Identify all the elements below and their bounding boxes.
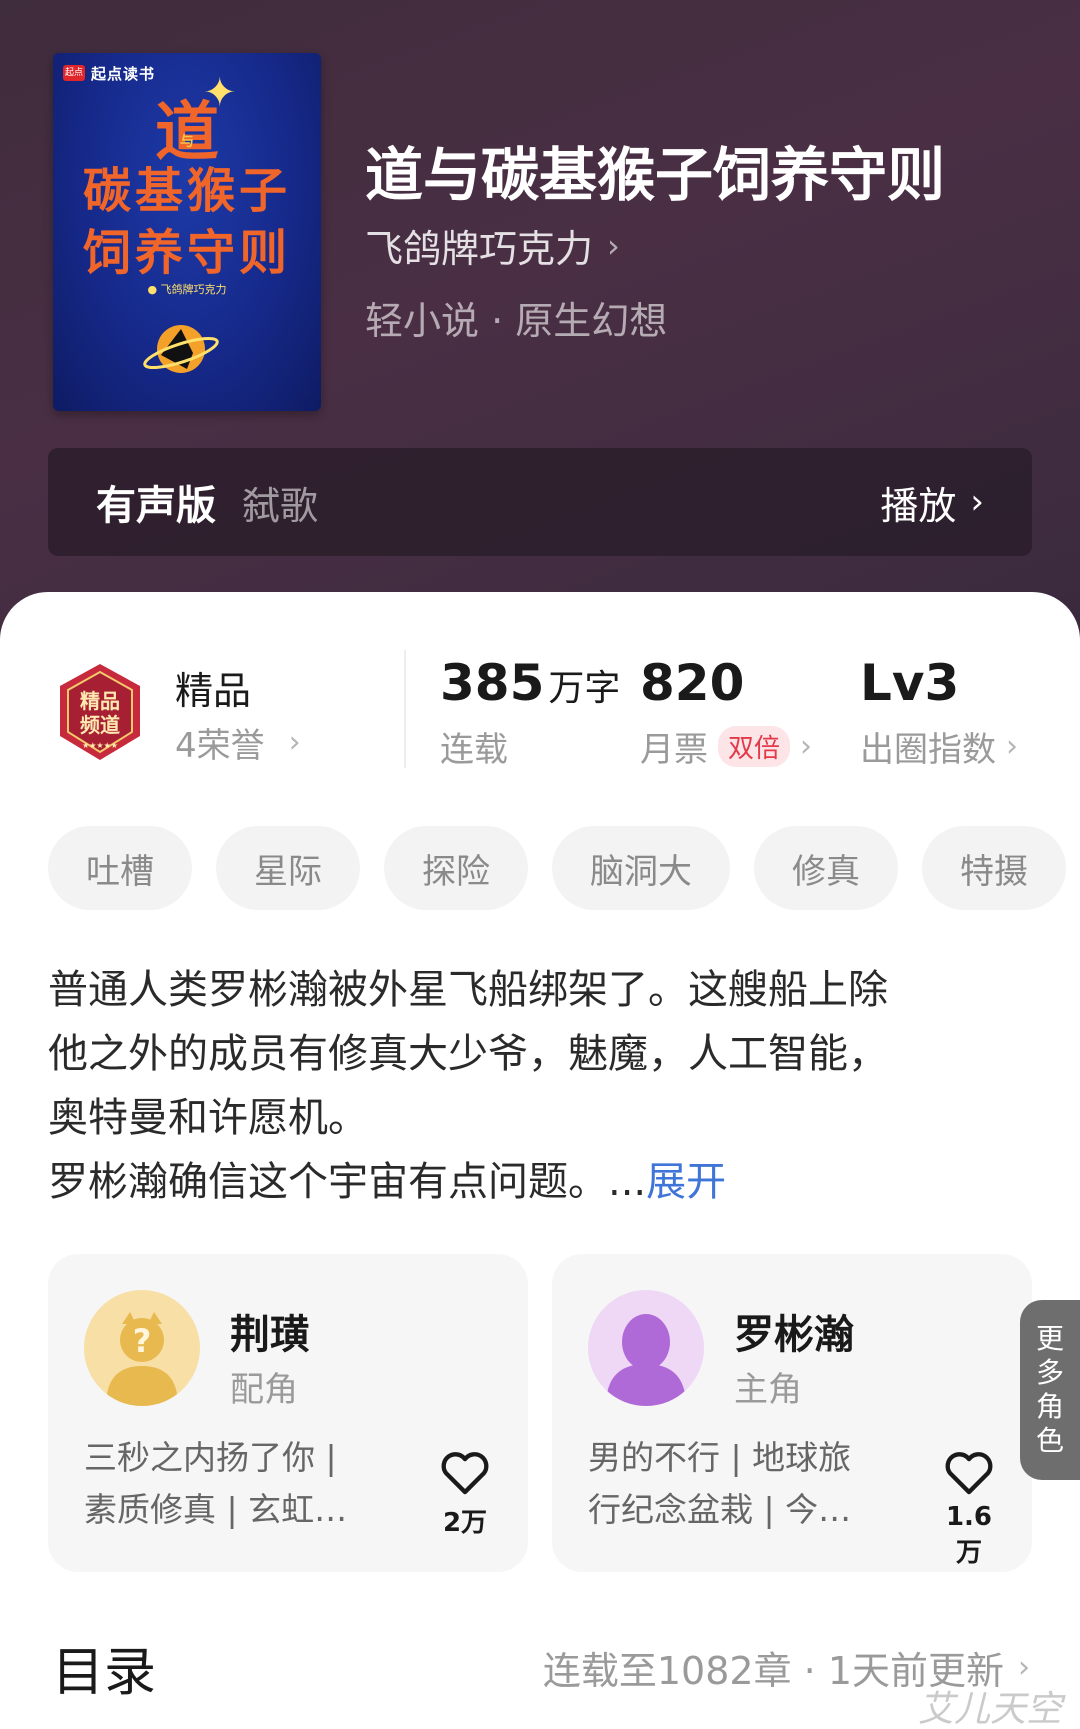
level-link[interactable]: 出圈指数 › bbox=[860, 722, 1018, 771]
cover-title-line4: 饲养守则 bbox=[82, 225, 291, 281]
svg-text:?: ? bbox=[133, 1322, 152, 1360]
word-count-value: 385 bbox=[440, 654, 545, 712]
badge-text-1: 精品 bbox=[80, 689, 120, 713]
chevron-right-icon: › bbox=[800, 729, 813, 764]
stats-divider bbox=[404, 650, 406, 768]
more-roles-char: 更 bbox=[1035, 1322, 1064, 1355]
monthly-votes-link[interactable]: 月票 双倍 › bbox=[640, 722, 812, 771]
character-avatar: ? bbox=[84, 1290, 200, 1406]
book-title: 道与碳基猴子饲养守则 bbox=[365, 141, 946, 209]
monthly-votes-value: 820 bbox=[640, 654, 745, 712]
author-name: 飞鸽牌巧克力 bbox=[365, 227, 594, 271]
chevron-right-icon: › bbox=[607, 226, 620, 265]
character-name: 罗彬瀚 bbox=[734, 1312, 854, 1358]
character-name: 荆璜 bbox=[230, 1312, 310, 1358]
character-description: 三秒之内扬了你 | 素质修真 | 玄虹… bbox=[84, 1432, 384, 1536]
badge-stars: ★★★★★ bbox=[82, 741, 118, 750]
book-description: 普通人类罗彬瀚被外星飞船绑架了。这艘船上除 他之外的成员有修真大少爷，魅魔，人工… bbox=[48, 958, 1038, 1214]
level-value: Lv3 bbox=[860, 654, 960, 712]
honors-count: 4荣誉 bbox=[175, 726, 265, 766]
level-label: 出圈指数 bbox=[860, 730, 996, 770]
cover-author: ● 飞鸽牌巧克力 bbox=[147, 283, 227, 296]
audio-narrator: 弑歌 bbox=[242, 483, 319, 528]
character-description: 男的不行 | 地球旅 行纪念盆栽 | 今… bbox=[588, 1432, 888, 1536]
premium-title: 精品 bbox=[175, 669, 252, 713]
description-line: 他之外的成员有修真大少爷，魅魔，人工智能， bbox=[48, 1031, 888, 1077]
expand-link[interactable]: 展开 bbox=[646, 1159, 726, 1205]
mystery-person-icon: ? bbox=[84, 1290, 200, 1406]
character-desc-line: 三秒之内扬了你 | bbox=[84, 1438, 337, 1477]
monthly-votes-label: 月票 bbox=[640, 730, 708, 770]
honors-link[interactable]: 4荣誉 › bbox=[175, 718, 301, 767]
word-count-unit: 万字 bbox=[548, 668, 621, 709]
description-line: 普通人类罗彬瀚被外星飞船绑架了。这艘船上除 bbox=[48, 967, 888, 1013]
character-card[interactable]: ? 荆璜 配角 三秒之内扬了你 | 素质修真 | 玄虹… 2万 bbox=[48, 1254, 528, 1572]
tag-chip[interactable]: 吐槽 bbox=[48, 826, 192, 910]
serial-status: 连载 bbox=[440, 730, 508, 770]
cover-title-line3: 碳基猴子 bbox=[82, 163, 291, 219]
character-card[interactable]: 罗彬瀚 主角 男的不行 | 地球旅 行纪念盆栽 | 今… 1.6万 bbox=[552, 1254, 1032, 1572]
watermark: 艾儿天空 bbox=[917, 1689, 1062, 1729]
more-roles-button[interactable]: 更 多 角 色 bbox=[1020, 1300, 1080, 1480]
more-roles-char: 角 bbox=[1035, 1390, 1064, 1423]
description-line: 奥特曼和许愿机。 bbox=[48, 1095, 368, 1141]
book-header: 起点 起点读书 ✦ 道 与 碳基猴子 饲养守则 ● 飞鸽牌巧克力 道与碳基猴子饲… bbox=[0, 0, 1080, 640]
tag-list: 吐槽 星际 探险 脑洞大 修真 特摄 bbox=[48, 826, 1066, 910]
word-count: 385 万字 bbox=[440, 654, 620, 712]
more-roles-char: 多 bbox=[1035, 1356, 1064, 1389]
tag-chip[interactable]: 特摄 bbox=[922, 826, 1066, 910]
character-avatar bbox=[588, 1290, 704, 1406]
heart-icon bbox=[441, 1452, 489, 1495]
book-category: 轻小说 · 原生幻想 bbox=[365, 299, 668, 343]
double-votes-badge: 双倍 bbox=[718, 726, 791, 767]
tag-chip[interactable]: 脑洞大 bbox=[552, 826, 730, 910]
heart-icon bbox=[945, 1452, 993, 1495]
play-label: 播放 bbox=[880, 483, 957, 528]
person-silhouette-icon bbox=[588, 1290, 704, 1406]
chevron-right-icon: › bbox=[1006, 729, 1018, 764]
cover-brand-badge: 起点 bbox=[63, 65, 85, 81]
like-count: 2万 bbox=[442, 1508, 488, 1538]
toc-title: 目录 bbox=[52, 1643, 157, 1703]
description-last-line: 罗彬瀚确信这个宇宙有点问题。...展开 bbox=[48, 1150, 1038, 1214]
tag-chip[interactable]: 修真 bbox=[754, 826, 898, 910]
character-desc-line: 素质修真 | 玄虹… bbox=[84, 1490, 348, 1529]
chevron-right-icon: › bbox=[970, 482, 984, 522]
character-desc-line: 行纪念盆栽 | 今… bbox=[588, 1490, 852, 1529]
tag-chip[interactable]: 星际 bbox=[216, 826, 360, 910]
chevron-right-icon: › bbox=[288, 725, 301, 760]
character-desc-line: 男的不行 | 地球旅 bbox=[588, 1438, 852, 1477]
tag-chip[interactable]: 探险 bbox=[384, 826, 528, 910]
character-role: 主角 bbox=[734, 1370, 802, 1410]
audio-version-bar[interactable]: 有声版 弑歌 播放 › bbox=[48, 448, 1032, 556]
premium-channel-badge-icon[interactable]: 精品 频道 ★★★★★ bbox=[48, 660, 152, 764]
cover-title-line2: 与 bbox=[180, 134, 194, 150]
character-role: 配角 bbox=[230, 1370, 298, 1410]
cover-brand: 起点 起点读书 bbox=[63, 63, 155, 83]
more-roles-char: 色 bbox=[1035, 1424, 1064, 1457]
planet-icon bbox=[143, 325, 219, 373]
play-button[interactable]: 播放 › bbox=[880, 475, 984, 530]
author-link[interactable]: 飞鸽牌巧克力 › bbox=[365, 218, 620, 273]
badge-text-2: 频道 bbox=[80, 713, 120, 737]
like-count: 1.6万 bbox=[945, 1502, 993, 1568]
description-line: 罗彬瀚确信这个宇宙有点问题。... bbox=[48, 1159, 647, 1205]
audio-label: 有声版 bbox=[96, 483, 216, 529]
book-cover[interactable]: 起点 起点读书 ✦ 道 与 碳基猴子 饲养守则 ● 飞鸽牌巧克力 bbox=[53, 53, 321, 411]
like-button[interactable]: 2万 bbox=[432, 1450, 498, 1539]
like-button[interactable]: 1.6万 bbox=[936, 1450, 1002, 1569]
